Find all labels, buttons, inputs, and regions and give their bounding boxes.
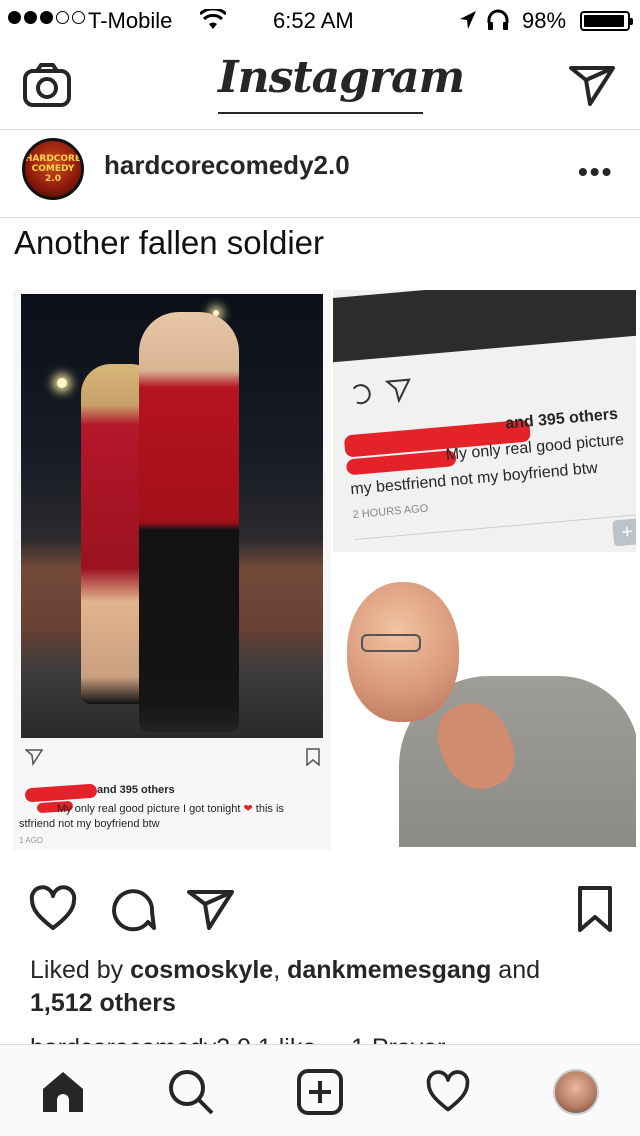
post-caption-partial: hardcorecomedy2.0 1 like ... 1 Prayer <box>30 1032 620 1044</box>
right-likes-text: and 395 others <box>504 405 619 433</box>
signal-strength-icon <box>8 11 85 24</box>
left-caption-text: My only real good picture I got tonight … <box>57 803 284 815</box>
tab-home[interactable] <box>38 1067 88 1117</box>
man-head <box>347 582 459 722</box>
top-navigation: Instagram <box>0 40 640 130</box>
wifi-icon <box>198 7 228 37</box>
post-actions <box>0 880 640 940</box>
direct-message-button[interactable] <box>568 62 616 108</box>
comment-icon <box>352 384 371 405</box>
likes-others-count[interactable]: 1,512 others <box>30 989 176 1017</box>
carrier-name: T-Mobile <box>88 8 173 33</box>
post-author-avatar[interactable]: HARDCORE COMEDY 2.0 <box>22 138 84 200</box>
dark-photo-strip <box>333 290 636 363</box>
tab-profile[interactable] <box>551 1067 601 1117</box>
heart-icon <box>29 885 77 930</box>
more-options-button[interactable]: ••• <box>578 156 613 188</box>
left-time-text: 1 AGO <box>19 836 44 845</box>
image-caption-text: Another fallen soldier <box>14 224 325 261</box>
glasses-shape <box>361 634 421 652</box>
home-icon <box>43 1072 83 1112</box>
likes-summary[interactable]: Liked by cosmoskyle, dankmemesgang and 1… <box>30 954 620 1020</box>
heart-icon <box>426 1070 470 1112</box>
bookmark-icon <box>578 886 612 932</box>
clock: 6:52 AM <box>273 8 354 33</box>
tab-search[interactable] <box>166 1067 216 1117</box>
camera-button[interactable] <box>22 62 72 108</box>
tab-activity[interactable] <box>423 1067 473 1117</box>
right-time-text: 2 HOURS AGO <box>352 502 429 522</box>
left-likes-text: and 395 others <box>97 784 175 796</box>
like-button[interactable] <box>28 884 78 934</box>
avatar-text-line: 2.0 <box>45 174 61 184</box>
add-post-icon <box>297 1069 343 1115</box>
instagram-logo: Instagram <box>218 52 465 114</box>
bottom-tab-bar <box>0 1044 640 1136</box>
location-arrow-icon <box>458 9 478 37</box>
status-bar: T-Mobile 6:52 AM 98% <box>0 0 640 40</box>
paper-plane-icon <box>385 378 411 404</box>
plus-icon: + <box>612 518 636 547</box>
profile-avatar <box>553 1069 599 1115</box>
left-screenshot-panel: and 395 others My only real good picture… <box>13 290 331 850</box>
redaction-mark <box>24 783 98 803</box>
bookmark-icon <box>306 748 320 766</box>
left-caption-line2: stfriend not my boyfriend btw <box>19 818 160 830</box>
liker-username[interactable]: cosmoskyle <box>130 956 273 984</box>
comment-button[interactable] <box>108 884 158 934</box>
man-figure <box>139 312 239 732</box>
headphones-icon <box>486 9 510 37</box>
comment-icon <box>112 889 156 932</box>
avatar-text-line: HARDCORE <box>24 154 82 164</box>
camera-icon <box>23 63 71 107</box>
tab-new-post[interactable] <box>295 1067 345 1117</box>
post-image[interactable]: Another fallen soldier and 395 others My… <box>0 218 640 858</box>
paper-plane-icon <box>187 890 234 930</box>
paper-plane-icon <box>25 749 43 766</box>
crying-man-panel <box>333 552 636 847</box>
battery-percentage: 98% <box>522 8 567 33</box>
battery-icon <box>580 11 633 31</box>
save-button[interactable] <box>570 884 620 934</box>
avatar-text-line: COMEDY <box>31 164 75 174</box>
share-button[interactable] <box>186 884 236 934</box>
left-panel-actions <box>23 746 323 770</box>
liker-username[interactable]: dankmemesgang <box>287 956 491 984</box>
search-icon <box>169 1070 214 1115</box>
post-header: HARDCORE COMEDY 2.0 hardcorecomedy2.0 ••… <box>0 130 640 218</box>
right-top-screenshot-panel: and 395 others My only real good picture… <box>333 290 636 552</box>
post-author-username[interactable]: hardcorecomedy2.0 <box>104 150 350 181</box>
paper-plane-icon <box>569 66 615 106</box>
couple-photo <box>21 294 323 738</box>
